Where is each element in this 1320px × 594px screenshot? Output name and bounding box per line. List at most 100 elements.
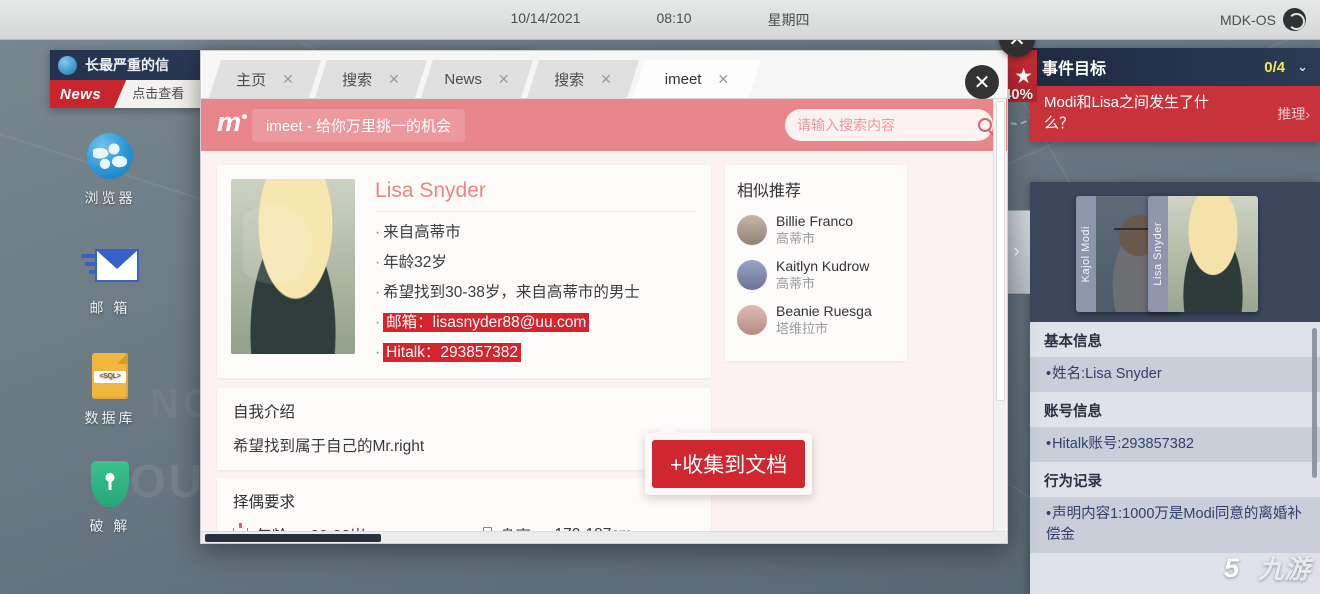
character-card-strip: Kajol Modi Lisa Snyder <box>1030 182 1320 322</box>
imeet-logo[interactable]: m <box>217 107 248 138</box>
shield-key-icon <box>55 458 165 510</box>
recommendation-name: Billie Franco <box>776 213 854 229</box>
info-row-name[interactable]: •姓名:Lisa Snyder <box>1030 357 1320 392</box>
close-icon[interactable]: ✕ <box>282 71 294 88</box>
character-card-lisa[interactable]: Lisa Snyder <box>1148 196 1258 312</box>
profile-line-city: · 来自高蒂市 <box>375 218 697 248</box>
event-goal-body: Modi和Lisa之间发生了什么？ 推理› <box>1030 86 1320 142</box>
watermark-mark: 5 <box>1223 552 1240 583</box>
recommendation-item[interactable]: Kaitlyn Kudrow 高蒂市 <box>737 258 895 292</box>
database-icon: <SQL> <box>55 350 165 402</box>
browser-window: 主页 ✕ 搜索 ✕ News ✕ 搜索 ✕ imeet ✕ ✕ ✕ m imee… <box>200 21 1035 544</box>
recommendation-name: Beanie Ruesga <box>776 303 872 319</box>
news-headline: 长最严重的信 <box>85 57 169 73</box>
bullet-icon: · <box>375 314 381 331</box>
info-panel-scrollbar[interactable] <box>1312 328 1317 478</box>
news-badge: News <box>60 85 102 103</box>
avatar <box>737 260 767 290</box>
event-goal-panel: 事件目标 0/4 ⌄ Modi和Lisa之间发生了什么？ 推理› <box>1030 48 1320 142</box>
info-row-hitalk[interactable]: •Hitalk账号:293857382 <box>1030 427 1320 462</box>
star-icon: ★ <box>1014 64 1033 88</box>
info-row-name-text: 姓名:Lisa Snyder <box>1052 366 1162 382</box>
bullet-icon: · <box>375 344 381 361</box>
window-horizontal-scrollbar-thumb[interactable] <box>205 534 381 542</box>
character-card-modi-spine: Kajol Modi <box>1076 196 1096 312</box>
close-icon[interactable]: ✕ <box>498 71 510 88</box>
browser-tab-home[interactable]: 主页 ✕ <box>209 60 321 98</box>
chevron-down-icon[interactable]: ⌄ <box>1297 59 1308 75</box>
avatar <box>737 215 767 245</box>
info-section-header-behavior: 行为记录 <box>1044 474 1102 490</box>
info-row-statement-text: 声明内容1:1000万是Modi同意的离婚补偿金 <box>1046 506 1302 543</box>
recommendation-item[interactable]: Billie Franco 高蒂市 <box>737 213 895 247</box>
profile-line-wish: · 希望找到30-38岁，来自高蒂市的男士 <box>375 278 697 308</box>
desktop-icon-mail[interactable]: 邮 箱 <box>55 240 165 318</box>
profile-line-hitalk[interactable]: · Hitalk：293857382 <box>375 338 522 368</box>
window-scrollbar-thumb[interactable] <box>996 101 1005 401</box>
bullet-icon: · <box>375 224 381 241</box>
watermark: 5 九游 <box>1224 549 1310 586</box>
recommendation-item[interactable]: Beanie Ruesga 塔维拉市 <box>737 303 895 337</box>
recommendation-city: 塔维拉市 <box>776 321 829 336</box>
close-icon[interactable]: ✕ <box>717 71 729 88</box>
window-scrollbar[interactable] <box>993 99 1006 531</box>
bullet-icon: · <box>375 284 381 301</box>
recommendation-name: Kaitlyn Kudrow <box>776 258 870 274</box>
browser-tab-imeet-label: imeet <box>664 70 702 88</box>
window-horizontal-scrollbar[interactable] <box>201 531 1007 543</box>
info-row-hitalk-text: Hitalk账号:293857382 <box>1052 436 1194 452</box>
avatar <box>737 305 767 335</box>
site-header: m imeet - 给你万里挑一的机会 <box>201 99 1007 151</box>
close-icon[interactable]: ✕ <box>388 71 400 88</box>
profile-line-email[interactable]: · 邮箱：lisasnyder88@uu.com <box>375 308 590 338</box>
requirements-title: 择偶要求 <box>233 494 296 511</box>
desktop-icon-mail-label: 邮 箱 <box>89 300 131 316</box>
profile-line-city-text: 来自高蒂市 <box>383 224 461 241</box>
browser-tab-imeet[interactable]: imeet ✕ <box>633 60 761 98</box>
browser-tab-news-label: News <box>444 70 482 88</box>
os-date: 10/14/2021 <box>510 9 581 26</box>
window-close-button[interactable]: ✕ <box>965 65 999 99</box>
event-goal-count: 0/4 <box>1264 58 1286 76</box>
profile-line-age: · 年龄32岁 <box>375 248 697 278</box>
profile-line-wish-text: 希望找到30-38岁，来自高蒂市的男士 <box>383 284 640 301</box>
desktop-icon-browser[interactable]: 浏览器 <box>55 130 165 208</box>
imeet-page-body: Lisa Snyder · 来自高蒂市 · 年龄32岁 · 希望找到30-38岁，来自… <box>201 151 1007 543</box>
browser-tab-search-1[interactable]: 搜索 ✕ <box>315 60 427 98</box>
news-globe-icon <box>58 55 77 75</box>
bullet-icon: • <box>1046 366 1052 382</box>
bullet-icon: · <box>375 254 381 271</box>
database-icon-tag: <SQL> <box>94 371 126 383</box>
search-input[interactable] <box>797 117 978 133</box>
mail-icon <box>55 240 165 292</box>
browser-tab-search-2-label: 搜索 <box>554 71 585 89</box>
collect-tooltip: +收集到文档 <box>645 424 813 495</box>
desktop-icon-crack-label: 破 解 <box>89 518 131 534</box>
browser-tab-search-1-label: 搜索 <box>342 71 373 89</box>
profile-line-hitalk-text: Hitalk：293857382 <box>383 343 522 362</box>
close-icon[interactable]: ✕ <box>600 71 612 88</box>
profile-info: Lisa Snyder · 来自高蒂市 · 年龄32岁 · 希望找到30-38岁，来自… <box>375 179 697 368</box>
about-card: 自我介绍 希望找到属于自己的Mr.right <box>217 388 711 470</box>
character-card-lisa-name: Lisa Snyder <box>1152 222 1164 286</box>
browser-tab-search-2[interactable]: 搜索 ✕ <box>527 60 639 98</box>
event-goal-header[interactable]: 事件目标 0/4 ⌄ <box>1030 48 1320 86</box>
os-name: MDK-OS <box>1220 11 1276 28</box>
site-search-box[interactable] <box>785 109 993 141</box>
os-logo-icon <box>1283 8 1306 31</box>
event-goal-reason-link[interactable]: 推理› <box>1277 92 1310 124</box>
os-weekday: 星期四 <box>767 11 810 28</box>
os-time: 08:10 <box>656 9 692 26</box>
collect-to-document-button[interactable]: +收集到文档 <box>652 440 806 488</box>
info-row-statement[interactable]: •声明内容1:1000万是Modi同意的离婚补偿金 <box>1030 497 1320 553</box>
info-section-header-basic: 基本信息 <box>1044 334 1102 350</box>
profile-line-age-text: 年龄32岁 <box>383 254 447 271</box>
search-icon[interactable] <box>978 118 992 132</box>
recommendations-title: 相似推荐 <box>737 183 802 200</box>
browser-tab-news[interactable]: News ✕ <box>421 60 533 98</box>
character-card-modi-name: Kajol Modi <box>1080 225 1092 283</box>
character-info-panel: Kajol Modi Lisa Snyder 基本信息 •姓名:Lisa Sny… <box>1030 182 1320 594</box>
desktop-icon-database[interactable]: <SQL> 数据库 <box>55 350 165 428</box>
desktop-icon-crack[interactable]: 破 解 <box>55 458 165 536</box>
recommendation-city: 高蒂市 <box>776 276 816 291</box>
